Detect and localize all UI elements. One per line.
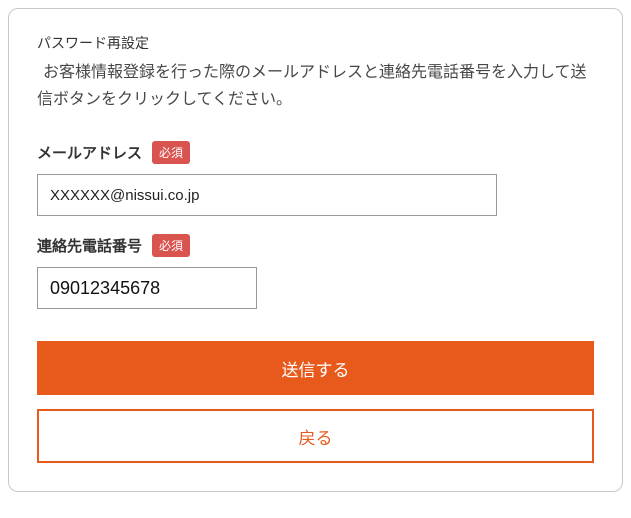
- email-label: メールアドレス: [37, 142, 142, 163]
- email-field-group: メールアドレス 必須: [37, 141, 594, 216]
- back-button[interactable]: 戻る: [37, 409, 594, 463]
- required-badge: 必須: [152, 141, 190, 164]
- phone-label-row: 連絡先電話番号 必須: [37, 234, 594, 257]
- phone-label: 連絡先電話番号: [37, 235, 142, 256]
- required-badge: 必須: [152, 234, 190, 257]
- password-reset-form: パスワード再設定 お客様情報登録を行った際のメールアドレスと連絡先電話番号を入力…: [8, 8, 623, 492]
- phone-field-group: 連絡先電話番号 必須: [37, 234, 594, 309]
- email-label-row: メールアドレス 必須: [37, 141, 594, 164]
- page-title: パスワード再設定: [37, 33, 594, 53]
- page-description: お客様情報登録を行った際のメールアドレスと連絡先電話番号を入力して送信ボタンをク…: [37, 59, 594, 113]
- phone-input[interactable]: [37, 267, 257, 309]
- email-input[interactable]: [37, 174, 497, 216]
- submit-button[interactable]: 送信する: [37, 341, 594, 395]
